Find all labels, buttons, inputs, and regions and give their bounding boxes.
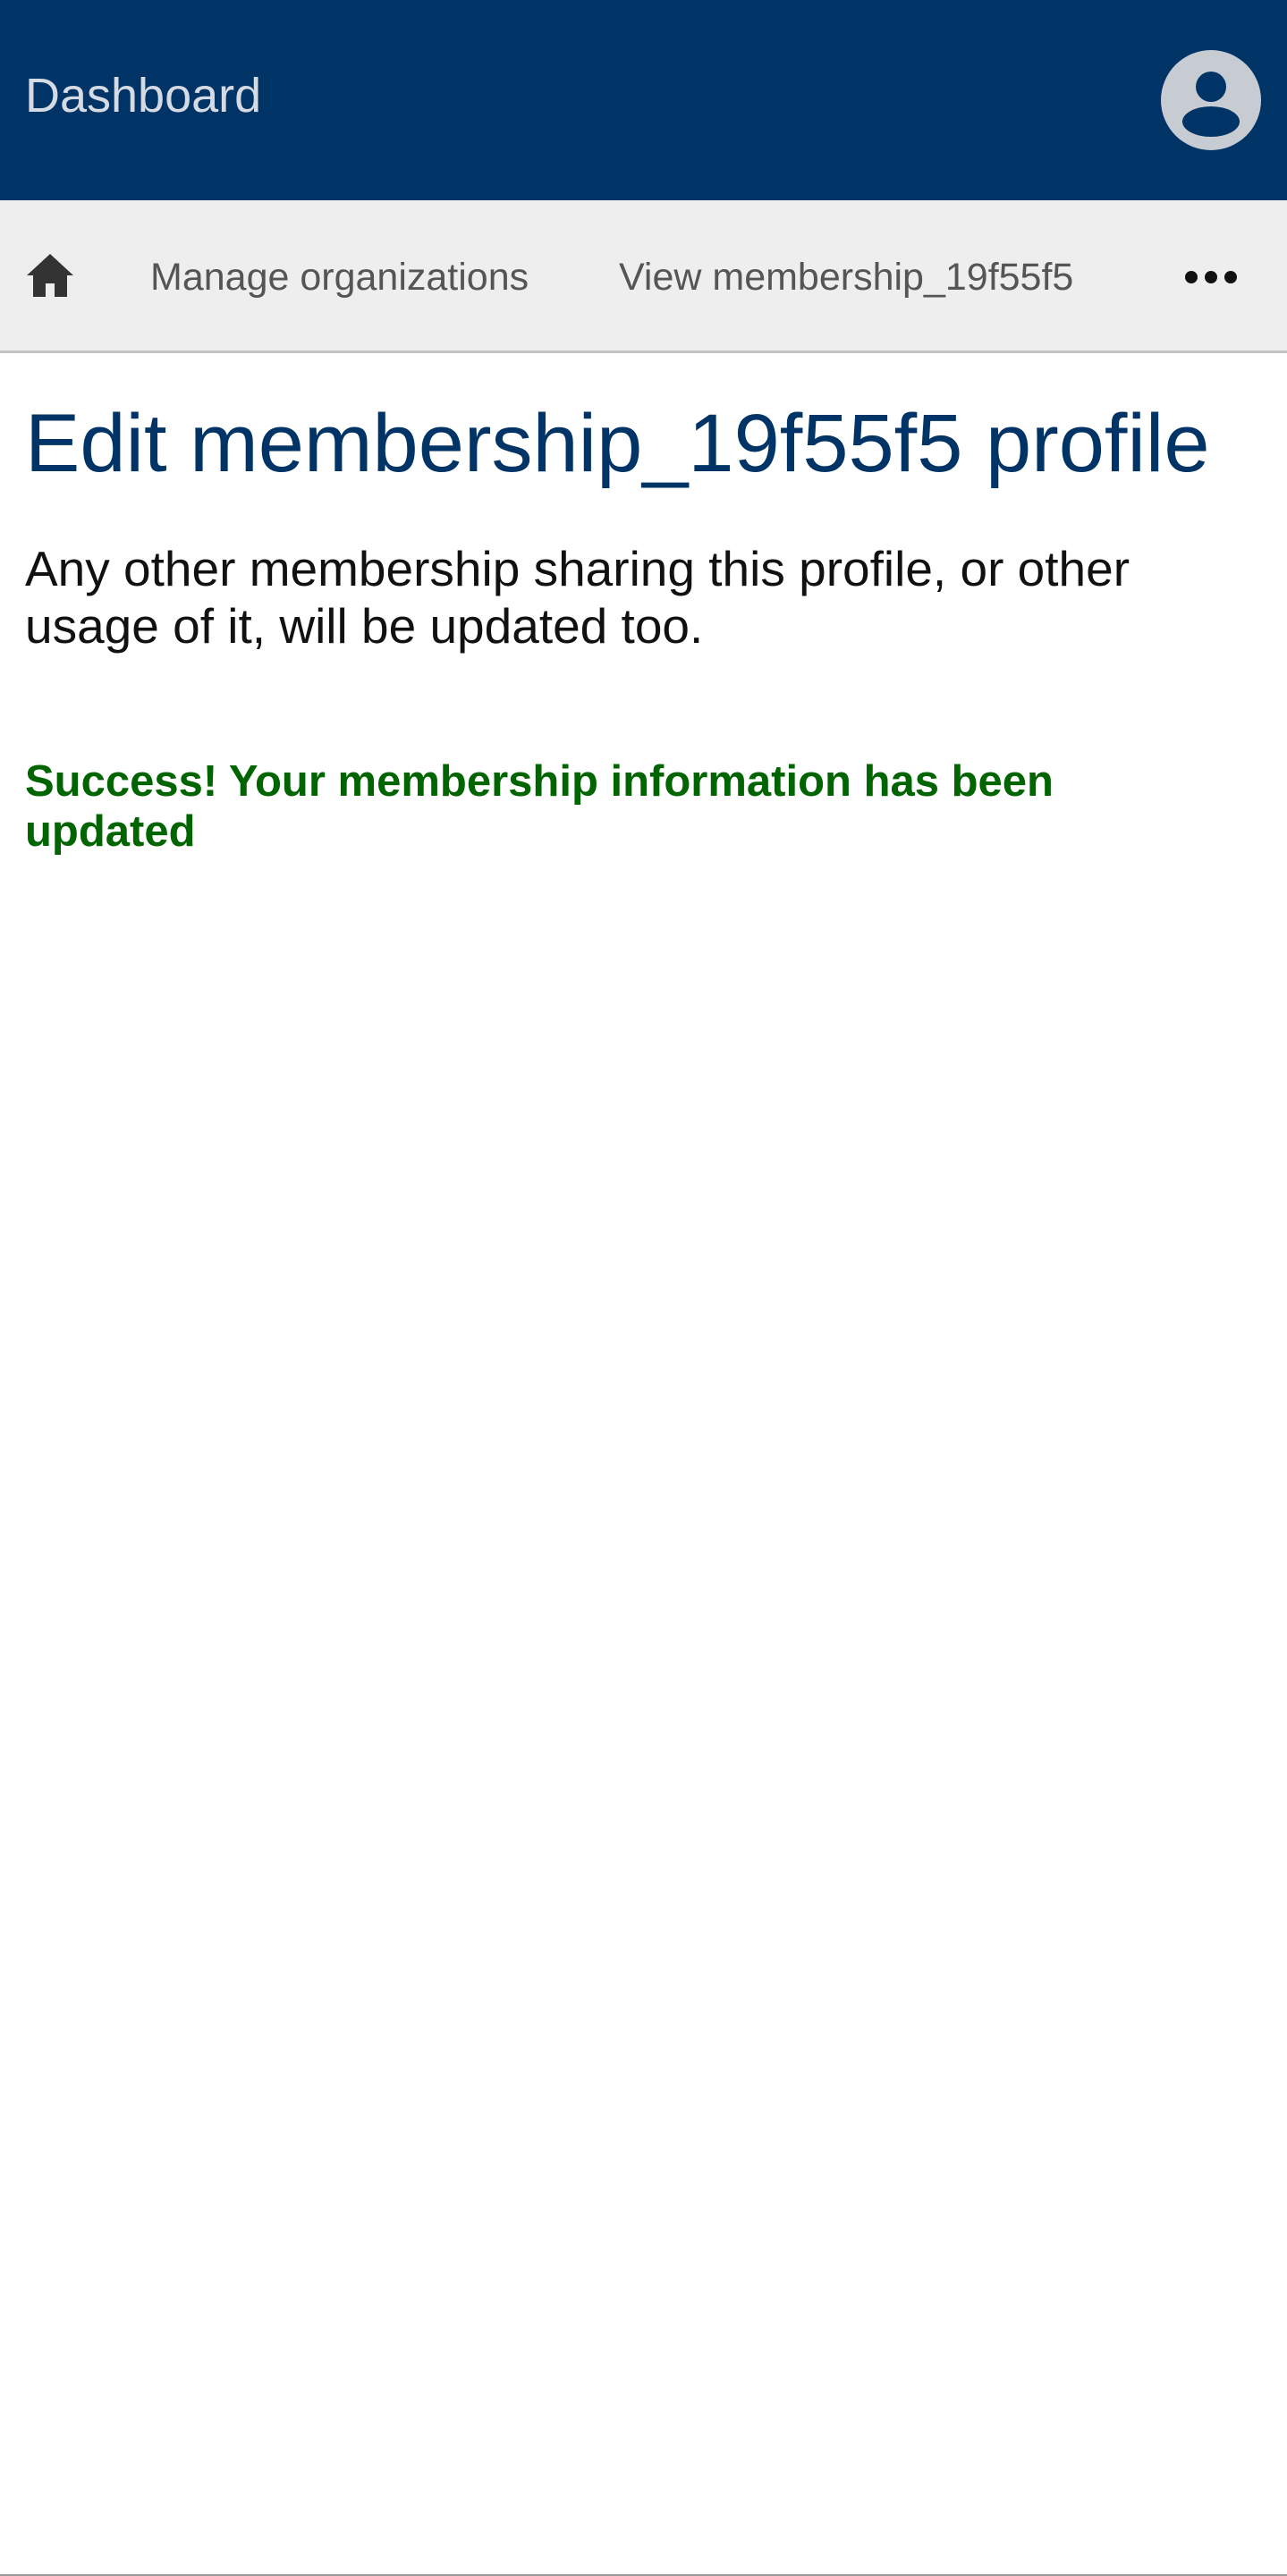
nav-view-membership[interactable]: View membership_19f55f5 [619, 252, 1073, 302]
breadcrumb-nav: Manage organizations View membership_19f… [0, 200, 1287, 353]
user-avatar-icon[interactable] [1161, 50, 1261, 150]
more-options-icon[interactable] [1179, 252, 1243, 302]
nav-manage-organizations[interactable]: Manage organizations [150, 252, 529, 302]
top-app-bar: Dashboard [0, 0, 1287, 200]
dashboard-link[interactable]: Dashboard [25, 64, 261, 127]
user-circle-icon [1161, 50, 1261, 150]
home-icon[interactable] [23, 249, 77, 302]
success-message: Success! Your membership information has… [25, 757, 1054, 856]
page-title: Edit membership_19f55f5 profile [25, 398, 1210, 489]
profile-sharing-notice: Any other membership sharing this profil… [25, 541, 1130, 654]
